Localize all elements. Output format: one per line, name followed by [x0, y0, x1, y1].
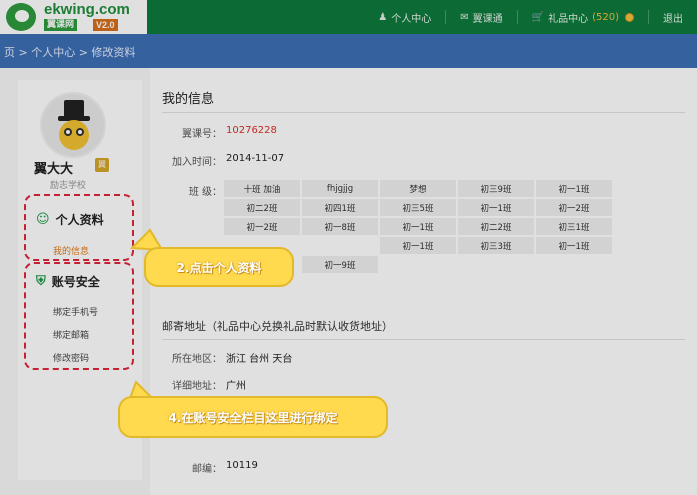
- class-cell: [302, 237, 378, 254]
- user-icon: ♟: [378, 11, 388, 23]
- nav-logout[interactable]: 退出: [649, 0, 697, 34]
- class-cell: 初三9班: [458, 180, 534, 197]
- class-cell: 初一1班: [380, 218, 456, 235]
- class-cell: [458, 256, 534, 273]
- coin-count: (520): [592, 11, 619, 23]
- breadcrumb[interactable]: 页 > 个人中心 > 修改资料: [4, 44, 135, 60]
- username: 翼大大: [34, 162, 74, 177]
- breadcrumb-bar: 页 > 个人中心 > 修改资料: [0, 34, 697, 68]
- sidebar-item-bind-email[interactable]: 绑定邮箱: [53, 328, 89, 341]
- class-cell: 初三3班: [458, 237, 534, 254]
- class-cell: 初四1班: [302, 199, 378, 216]
- logo-version: V2.0: [93, 19, 118, 31]
- logo-cn: 翼课网: [44, 19, 78, 31]
- address-title: 邮寄地址（礼品中心兑换礼品时默认收货地址）: [162, 320, 393, 333]
- join-label: 加入时间：: [172, 157, 222, 168]
- avatar[interactable]: [40, 92, 106, 158]
- detail-value: 广州: [226, 381, 246, 392]
- nav-personal-center[interactable]: ♟ 个人中心: [364, 0, 445, 34]
- detail-label: 详细地址：: [172, 381, 222, 392]
- class-cell: 梦想: [380, 180, 456, 197]
- join-value: 2014-11-07: [226, 153, 285, 164]
- top-nav: ♟ 个人中心 ✉ 翼课通 🛒 礼品中心 (520) 退出: [364, 0, 697, 34]
- id-value: 10276228: [226, 125, 277, 136]
- class-cell: 初二2班: [224, 199, 300, 216]
- region-label: 所在地区：: [172, 354, 222, 365]
- class-cell: 初一8班: [302, 218, 378, 235]
- class-cell: fhjgjjg: [302, 180, 378, 197]
- class-cell: 初二2班: [458, 218, 534, 235]
- tip-bubble-profile: 2.点击个人资料: [144, 247, 294, 287]
- cart-icon: 🛒: [531, 11, 545, 23]
- class-cell: 初一2班: [224, 218, 300, 235]
- level-badge-icon: 翼: [95, 158, 109, 172]
- nav-gift-center[interactable]: 🛒 礼品中心 (520): [518, 0, 648, 34]
- class-cell: 初三5班: [380, 199, 456, 216]
- sidebar-item-bind-phone[interactable]: 绑定手机号: [53, 305, 98, 318]
- id-label: 翼课号：: [182, 129, 222, 140]
- class-cell: 初一1班: [536, 180, 612, 197]
- mail-icon: ✉: [460, 11, 469, 23]
- class-label: 班 级：: [188, 187, 222, 198]
- top-header: ekwing.com 翼课网 V2.0 ♟ 个人中心 ✉ 翼课通 🛒 礼品中心 …: [0, 0, 697, 34]
- class-cell: 初一1班: [380, 237, 456, 254]
- zip-label: 邮编：: [192, 464, 222, 475]
- coin-icon: [625, 12, 634, 22]
- class-cell: 初一1班: [458, 199, 534, 216]
- school-name: 励志学校: [50, 181, 87, 191]
- sidebar-item-security[interactable]: ⛨ 账号安全: [36, 273, 100, 290]
- sidebar-item-my-info[interactable]: 我的信息: [53, 244, 89, 257]
- shield-icon: ⛨: [36, 274, 46, 289]
- page-title: 我的信息: [162, 92, 215, 107]
- sidebar-item-profile[interactable]: ☺ 个人资料: [36, 211, 104, 228]
- sidebar-item-change-password[interactable]: 修改密码: [53, 351, 89, 364]
- zip-value: 10119: [226, 460, 258, 471]
- logo[interactable]: ekwing.com 翼课网 V2.0: [0, 0, 147, 34]
- logo-icon: [6, 3, 36, 31]
- tip-bubble-security: 4.在账号安全栏目这里进行绑定: [118, 396, 388, 438]
- class-cell: 初一1班: [536, 237, 612, 254]
- person-icon: ☺: [36, 212, 50, 227]
- class-cell: [380, 256, 456, 273]
- class-cell: 初一9班: [302, 256, 378, 273]
- nav-ekwing-tong[interactable]: ✉ 翼课通: [446, 0, 516, 34]
- class-cell: 十班 加油: [224, 180, 300, 197]
- class-cell: 初一2班: [536, 199, 612, 216]
- class-cell: 初三1班: [536, 218, 612, 235]
- logo-name: ekwing.com: [44, 1, 130, 18]
- class-cell: [536, 256, 612, 273]
- region-value: 浙江 台州 天台: [226, 354, 293, 365]
